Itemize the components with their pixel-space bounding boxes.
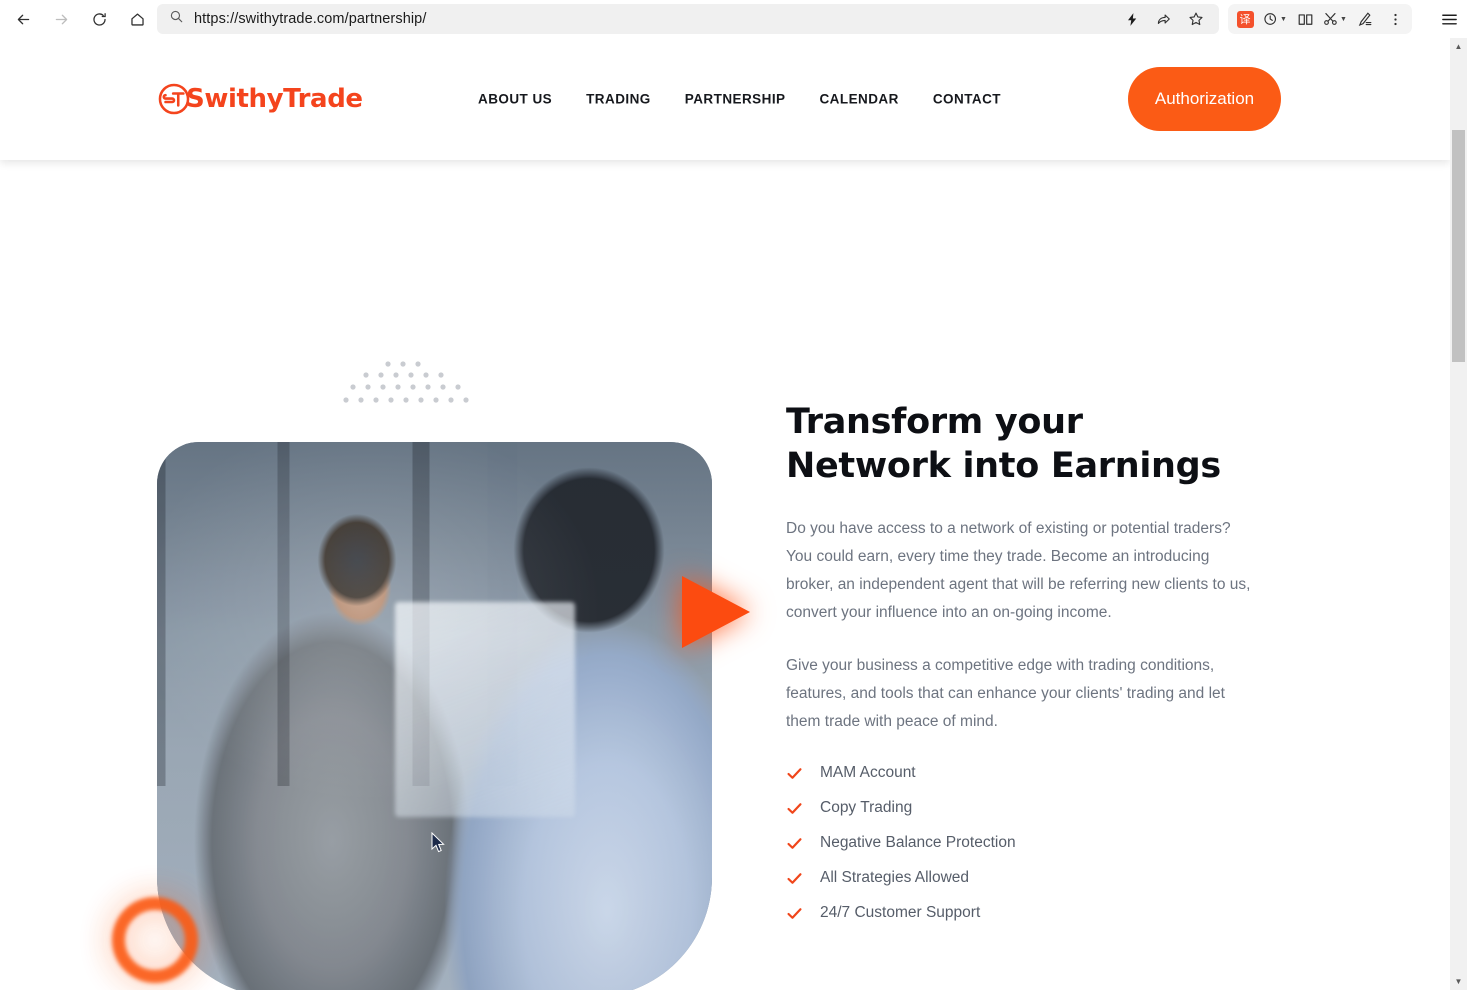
- feature-item: Copy Trading: [786, 799, 1256, 817]
- reading-mode-icon[interactable]: [1117, 6, 1147, 32]
- site-logo[interactable]: SwithyTrade: [157, 82, 363, 116]
- nav-item-contact[interactable]: CONTACT: [933, 82, 1001, 117]
- site-logo-text: SwithyTrade: [186, 84, 363, 114]
- translate-icon[interactable]: 译: [1230, 6, 1260, 32]
- url-text: https://swithytrade.com/partnership/: [194, 11, 427, 27]
- sidebar-menu-icon[interactable]: [1436, 5, 1462, 33]
- feature-item: 24/7 Customer Support: [786, 904, 1256, 922]
- page-scrollbar[interactable]: ▲ ▼: [1450, 38, 1467, 990]
- nav-item-trading[interactable]: TRADING: [586, 82, 651, 117]
- editor-pen-icon[interactable]: [1350, 6, 1380, 32]
- ring-decoration: [112, 897, 198, 983]
- feature-label: MAM Account: [820, 764, 916, 782]
- check-icon: [786, 835, 803, 852]
- share-icon[interactable]: [1149, 6, 1179, 32]
- forward-button[interactable]: [44, 4, 78, 34]
- browser-extensions-toolbar: 译 ▼ ▼: [1228, 4, 1412, 34]
- hero-section: Transform your Network into Earnings Do …: [0, 160, 1450, 990]
- search-icon: [169, 9, 184, 29]
- check-icon: [786, 800, 803, 817]
- scroll-up-icon[interactable]: ▲: [1450, 38, 1467, 55]
- authorization-button[interactable]: Authorization: [1128, 67, 1281, 131]
- nav-item-about-us[interactable]: ABOUT US: [478, 82, 552, 117]
- hero-paragraph-2: Give your business a competitive edge wi…: [786, 656, 1225, 731]
- back-button[interactable]: [6, 4, 40, 34]
- feature-list: MAM Account Copy Trading Negative Balanc…: [786, 764, 1256, 922]
- browser-toolbar: https://swithytrade.com/partnership/ 译 ▼…: [0, 0, 1467, 38]
- hero-title: Transform your Network into Earnings: [786, 402, 1221, 487]
- feature-item: Negative Balance Protection: [786, 834, 1256, 852]
- play-arrow-decoration: [670, 570, 762, 654]
- hero-paragraph-1: Do you have access to a network of exist…: [786, 519, 1251, 622]
- collections-icon[interactable]: [1290, 6, 1320, 32]
- dotted-arc-decoration: [340, 356, 470, 406]
- chevron-down-icon: ▼: [1340, 15, 1347, 23]
- handshake-photo-image: [157, 442, 712, 990]
- scrollbar-thumb[interactable]: [1452, 130, 1465, 362]
- check-icon: [786, 765, 803, 782]
- feature-label: Negative Balance Protection: [820, 834, 1016, 852]
- check-icon: [786, 905, 803, 922]
- feature-label: 24/7 Customer Support: [820, 904, 981, 922]
- feature-label: Copy Trading: [820, 799, 913, 817]
- page-viewport: SwithyTrade ABOUT US TRADING PARTNERSHIP…: [0, 38, 1450, 990]
- feature-item: All Strategies Allowed: [786, 869, 1256, 887]
- scroll-down-icon[interactable]: ▼: [1450, 973, 1467, 990]
- main-navigation: ABOUT US TRADING PARTNERSHIP CALENDAR CO…: [478, 82, 1001, 117]
- address-bar-actions: [1117, 6, 1211, 32]
- feature-item: MAM Account: [786, 764, 1256, 782]
- history-icon[interactable]: ▼: [1260, 6, 1290, 32]
- browser-nav-buttons: [6, 4, 154, 34]
- more-options-icon[interactable]: [1380, 6, 1410, 32]
- chevron-down-icon: ▼: [1280, 15, 1287, 23]
- address-bar[interactable]: https://swithytrade.com/partnership/: [157, 4, 1219, 34]
- favorite-star-icon[interactable]: [1181, 6, 1211, 32]
- nav-item-partnership[interactable]: PARTNERSHIP: [685, 82, 786, 117]
- reload-button[interactable]: [82, 4, 116, 34]
- site-header: SwithyTrade ABOUT US TRADING PARTNERSHIP…: [0, 38, 1450, 160]
- hero-content: Transform your Network into Earnings Do …: [786, 400, 1256, 939]
- feature-label: All Strategies Allowed: [820, 869, 970, 887]
- hero-photo: [157, 442, 712, 990]
- nav-item-calendar[interactable]: CALENDAR: [819, 82, 898, 117]
- scissors-icon[interactable]: ▼: [1320, 6, 1350, 32]
- check-icon: [786, 870, 803, 887]
- hero-visual: [112, 361, 750, 990]
- home-button[interactable]: [120, 4, 154, 34]
